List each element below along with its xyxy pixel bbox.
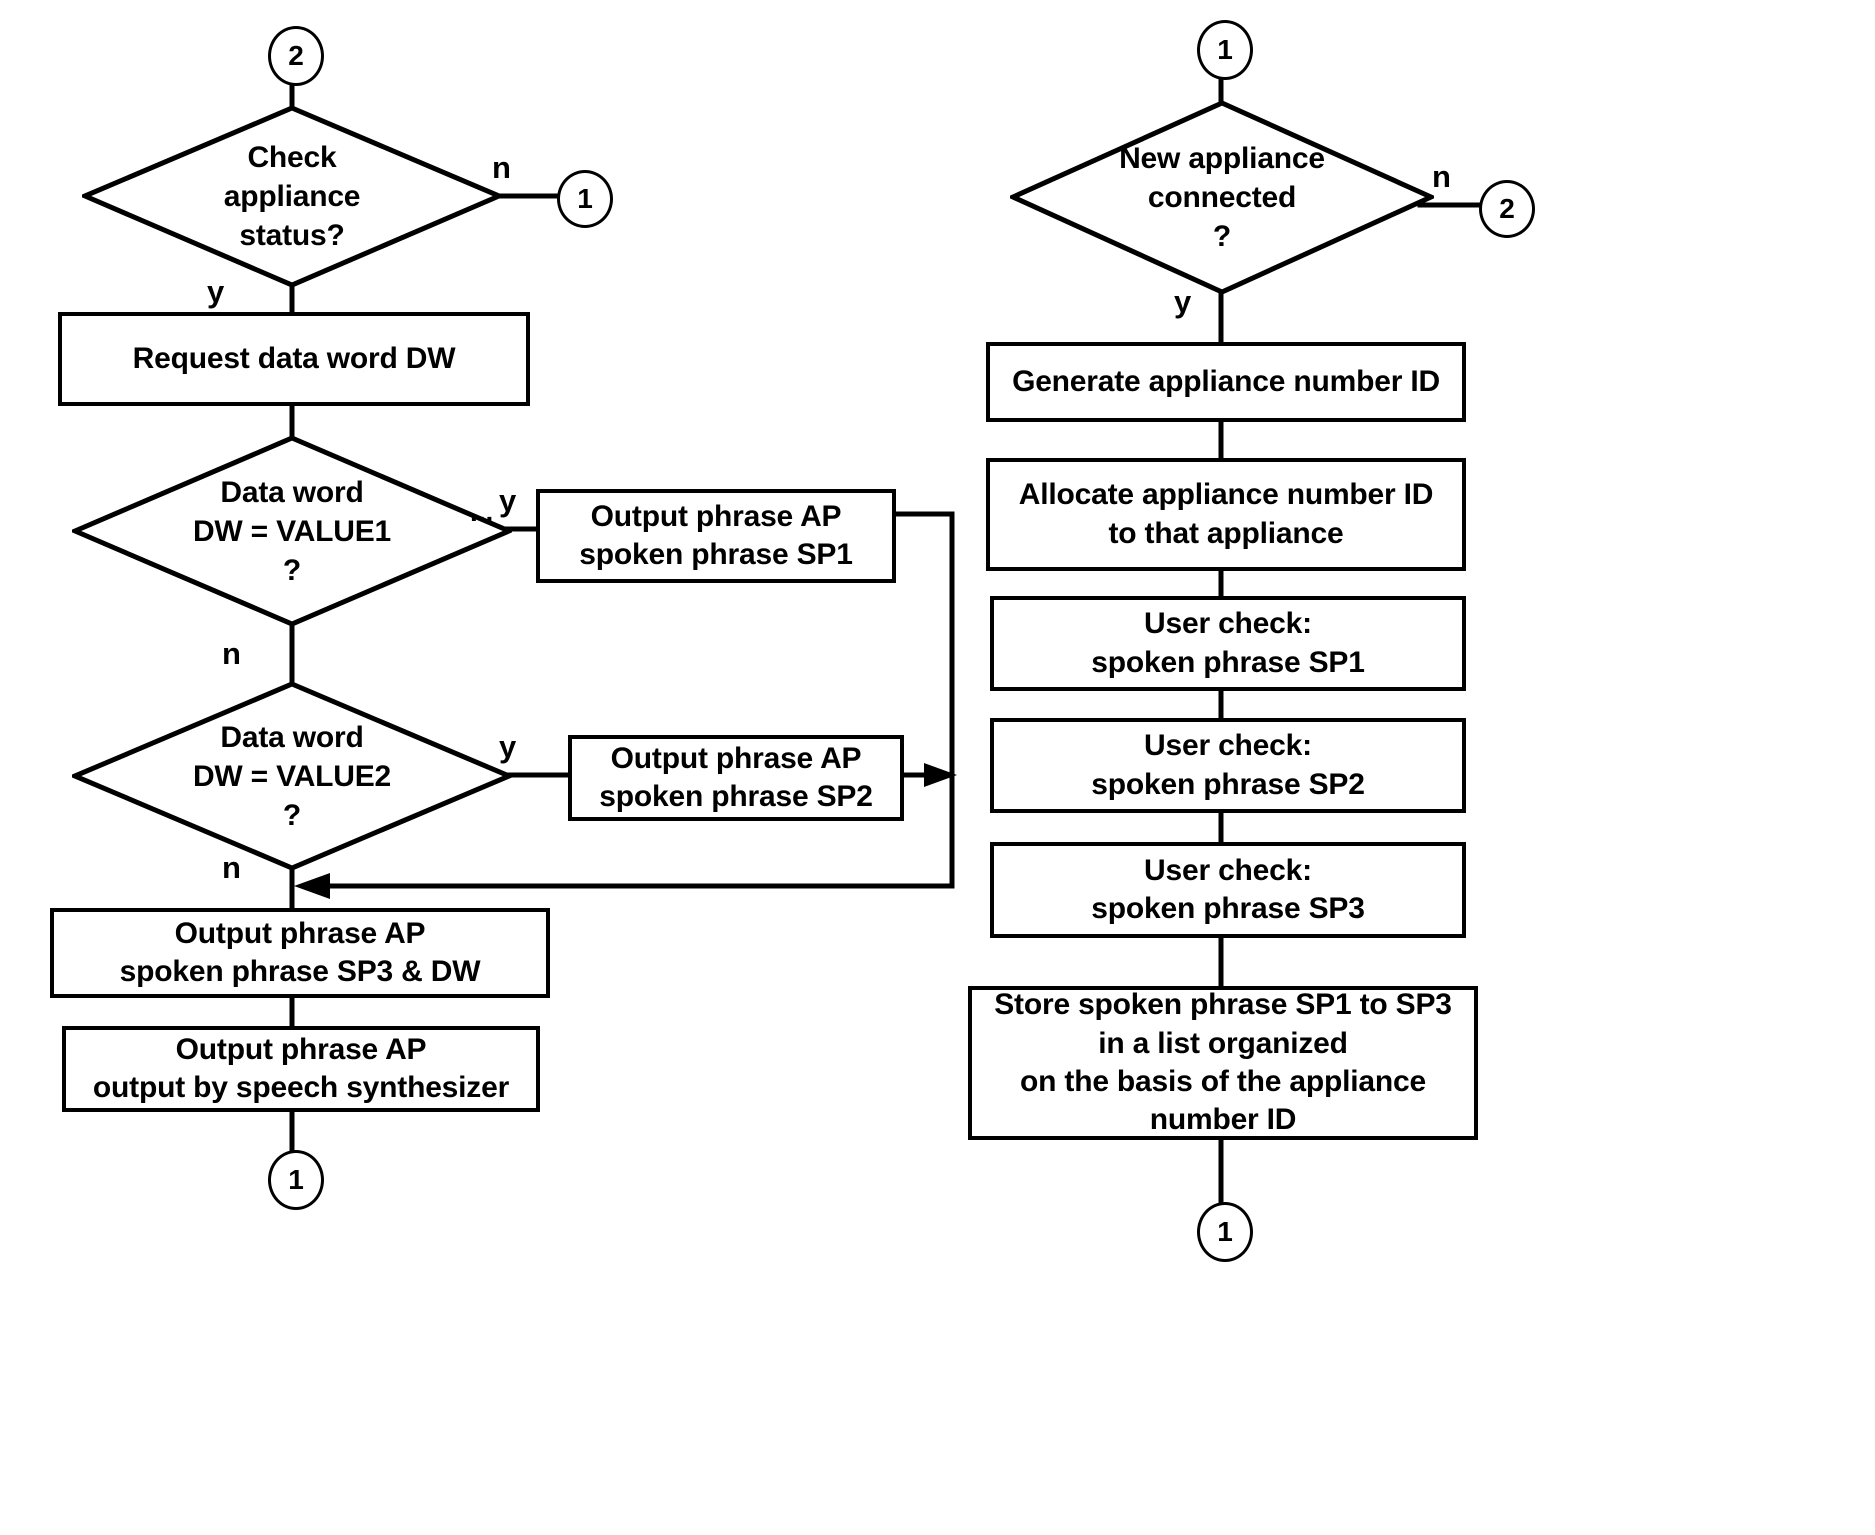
process-line-1: Store spoken phrase SP1 to SP3 [994, 988, 1452, 1022]
decision-line-3: ? [282, 798, 302, 832]
process-line-1: Generate appliance number ID [1012, 364, 1440, 398]
process-line-2: spoken phrase SP2 [1091, 767, 1365, 801]
process-line-3: on the basis of the appliance [1020, 1065, 1426, 1098]
edge-label-dw1-no: n [222, 636, 241, 671]
process-user-check-sp1[interactable]: User check: spoken phrase SP1 [990, 596, 1466, 691]
process-user-check-sp3[interactable]: User check: spoken phrase SP3 [990, 842, 1466, 938]
decision-line-1: Data word [220, 720, 364, 754]
connector-1-right-entry[interactable]: 1 [1197, 20, 1253, 80]
connector-2-left-entry[interactable]: 2 [268, 26, 324, 86]
process-line-2: output by speech synthesizer [92, 1071, 510, 1104]
process-line-1: Output phrase AP [174, 916, 426, 950]
process-line-2: spoken phrase SP1 [1091, 645, 1365, 679]
process-line-1: Allocate appliance number ID [1018, 478, 1434, 512]
sp2-arrowhead [924, 763, 957, 787]
process-request-data-word[interactable]: Request data word DW [58, 312, 530, 406]
process-output-phrase-sp2[interactable]: Output phrase AP spoken phrase SP2 [568, 735, 904, 821]
process-output-phrase-sp1[interactable]: Output phrase AP spoken phrase SP1 [536, 489, 896, 583]
process-line-2: in a list organized [1098, 1026, 1348, 1060]
edge-label-check-yes: y [207, 274, 225, 309]
process-output-by-speech-synthesizer[interactable]: Output phrase AP output by speech synthe… [62, 1026, 540, 1112]
decision-dw-equals-value2[interactable]: Data word DW = VALUE2 ? [72, 681, 512, 871]
decision-dw-equals-value1[interactable]: Data word DW = VALUE1 ? [72, 435, 512, 627]
process-user-check-sp2[interactable]: User check: spoken phrase SP2 [990, 718, 1466, 813]
process-line-1: Output phrase AP [610, 741, 862, 775]
process-line-2: spoken phrase SP1 [579, 538, 853, 571]
decision-line-3: status? [239, 219, 345, 252]
decision-line-1: Data word [220, 475, 364, 509]
process-line-1: User check: [1144, 607, 1312, 641]
process-line-4: number ID [1149, 1103, 1297, 1137]
process-line-2: spoken phrase SP2 [599, 780, 873, 813]
process-store-spoken-phrases[interactable]: Store spoken phrase SP1 to SP3 in a list… [968, 986, 1478, 1140]
decision-line-3: ? [1212, 220, 1232, 253]
decision-line-2: DW = VALUE1 [192, 514, 392, 548]
process-line-2: spoken phrase SP3 & DW [119, 955, 481, 988]
decision-check-appliance-status[interactable]: Check appliance status? [82, 105, 502, 288]
process-line-2: to that appliance [1108, 516, 1344, 550]
connector-1-right-bottom-exit[interactable]: 1 [1197, 1202, 1253, 1262]
edge-label-dw2-yes: y [499, 729, 517, 764]
decision-line-2: connected [1147, 181, 1297, 214]
connector-1-left-bottom-exit[interactable]: 1 [268, 1150, 324, 1210]
process-line-1: User check: [1144, 853, 1312, 887]
edge-label-newappliance-yes: y [1174, 284, 1192, 319]
edge-label-check-no: n [492, 150, 511, 185]
process-line-1: Request data word DW [132, 341, 456, 375]
decision-line-2: appliance [223, 180, 361, 213]
process-line-1: Output phrase AP [175, 1032, 427, 1066]
process-line-1: User check: [1144, 729, 1312, 763]
decision-line-2: DW = VALUE2 [192, 759, 392, 793]
process-output-phrase-sp3-dw[interactable]: Output phrase AP spoken phrase SP3 & DW [50, 908, 550, 998]
flowchart-canvas: 2 Check appliance status? n 1 y Request … [0, 0, 1875, 1535]
process-line-2: spoken phrase SP3 [1091, 892, 1365, 925]
decision-new-appliance-connected[interactable]: New appliance connected ? [1010, 100, 1434, 295]
edge-label-dw2-no: n [222, 850, 241, 885]
edge-label-newappliance-no: n [1432, 159, 1451, 194]
decision-line-1: Check [247, 141, 337, 174]
decision-line-3: ? [282, 553, 302, 587]
merge-arrowhead [294, 873, 330, 899]
edge-label-dw1-yes: y [499, 483, 517, 518]
process-line-1: Output phrase AP [590, 499, 842, 533]
dash-tick-mark-dw1: ... [470, 496, 494, 527]
process-generate-appliance-number-id[interactable]: Generate appliance number ID [986, 342, 1466, 422]
connector-2-right-no-exit[interactable]: 2 [1479, 180, 1535, 238]
decision-line-1: New appliance [1119, 142, 1325, 175]
process-allocate-appliance-number-id[interactable]: Allocate appliance number ID to that app… [986, 458, 1466, 571]
connector-1-left-no-exit[interactable]: 1 [557, 170, 613, 228]
